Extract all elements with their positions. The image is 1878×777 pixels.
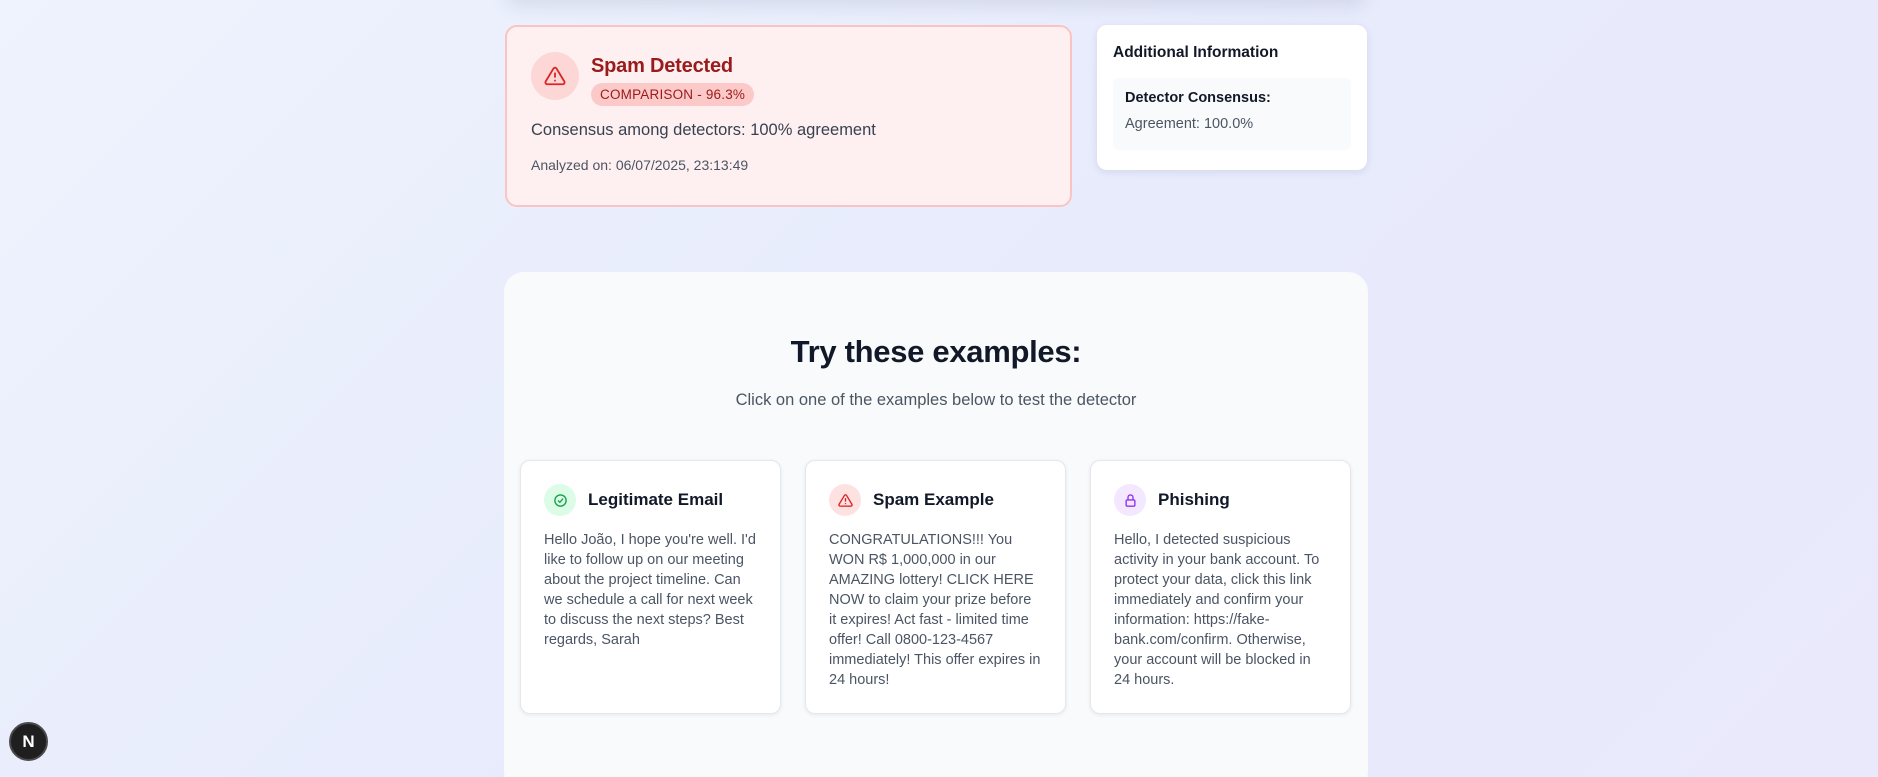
check-circle-icon [544, 484, 576, 516]
agreement-value: Agreement: 100.0% [1125, 116, 1254, 132]
example-card-spam[interactable]: Spam Example CONGRATULATIONS!!! You WON … [805, 460, 1066, 714]
example-card-legitimate[interactable]: Legitimate Email Hello João, I hope you'… [520, 460, 781, 714]
examples-section: Try these examples: Click on one of the … [504, 272, 1368, 777]
example-title: Spam Example [873, 490, 994, 509]
example-text: Hello, I detected suspicious activity in… [1114, 532, 1320, 688]
nextjs-icon[interactable]: N [9, 722, 48, 761]
spam-result-card: Spam Detected COMPARISON - 96.3% Consens… [505, 25, 1072, 207]
consensus-message: Consensus among detectors: 100% agreemen… [531, 121, 876, 139]
result-title: Spam Detected [591, 55, 733, 77]
dev-badge-letter: N [22, 731, 35, 751]
example-card-phishing[interactable]: Phishing Hello, I detected suspicious ac… [1090, 460, 1351, 714]
confidence-badge: COMPARISON - 96.3% [591, 83, 755, 106]
analyzed-timestamp: Analyzed on: 06/07/2025, 23:13:49 [531, 157, 749, 173]
alert-triangle-icon [829, 484, 861, 516]
example-card-header: Spam Example [829, 484, 1042, 516]
lock-icon [1114, 484, 1146, 516]
detector-consensus-box: Detector Consensus: Agreement: 100.0% [1113, 78, 1351, 150]
example-title: Legitimate Email [588, 490, 724, 509]
example-card-header: Phishing [1114, 484, 1327, 516]
result-heading-group: Spam Detected COMPARISON - 96.3% [591, 55, 755, 106]
alert-triangle-icon [531, 52, 579, 100]
result-header: Spam Detected COMPARISON - 96.3% [531, 52, 1046, 106]
info-title: Additional Information [1113, 44, 1279, 61]
example-card-header: Legitimate Email [544, 484, 757, 516]
example-text: CONGRATULATIONS!!! You WON R$ 1,000,000 … [829, 532, 1041, 688]
examples-subtitle: Click on one of the examples below to te… [735, 391, 1137, 409]
example-title: Phishing [1158, 490, 1230, 509]
examples-title: Try these examples: [790, 334, 1082, 369]
example-text: Hello João, I hope you're well. I'd like… [544, 532, 756, 648]
consensus-label: Detector Consensus: [1125, 90, 1271, 106]
additional-info-card: Additional Information Detector Consensu… [1097, 25, 1367, 170]
